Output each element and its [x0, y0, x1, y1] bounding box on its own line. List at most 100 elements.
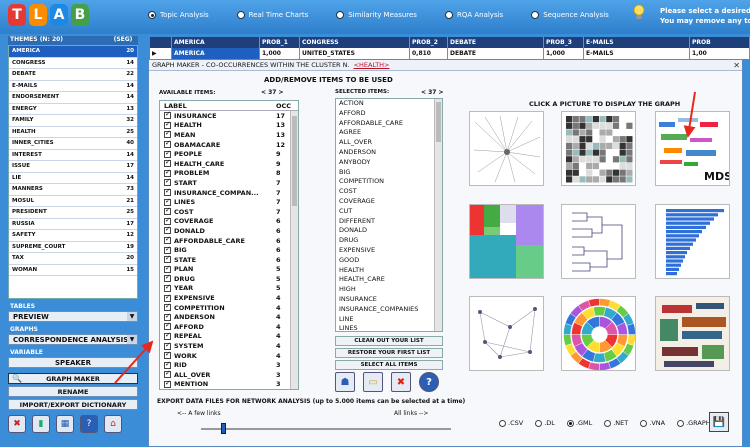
checkbox-checked[interactable] [164, 139, 171, 149]
selected-item[interactable]: COMPETITION [336, 177, 442, 187]
format-radio[interactable]: .DL [535, 419, 555, 427]
import-export-dictionary-button[interactable]: IMPORT/EXPORT DICTIONARY [8, 399, 138, 410]
selected-item[interactable]: ANYBODY [336, 158, 442, 168]
theme-row[interactable]: INNER_CITIES 40 [9, 138, 137, 150]
checkbox-checked[interactable] [164, 379, 171, 388]
checkbox-checked[interactable] [164, 302, 171, 312]
theme-row[interactable]: INTEREST 14 [9, 150, 137, 161]
checkbox-checked[interactable] [164, 158, 171, 168]
selected-item[interactable]: INSURANCE_COMPANIES [336, 305, 442, 315]
select-all-items-button[interactable]: SELECT ALL ITEMS [335, 360, 443, 370]
treemap-thumbnail[interactable] [469, 204, 544, 279]
checkbox-checked[interactable] [164, 264, 171, 273]
selected-item[interactable]: DONALD [336, 226, 442, 236]
available-item-row[interactable]: WORK4 [160, 350, 298, 361]
checkbox-checked[interactable] [164, 225, 171, 235]
selected-item[interactable]: BIG [336, 168, 442, 178]
sunburst-thumbnail[interactable] [561, 296, 636, 371]
checkbox-checked[interactable] [164, 254, 171, 264]
mds-wordmap-thumbnail[interactable]: MDS [655, 111, 730, 186]
delete-icon[interactable]: ✖ [391, 372, 411, 392]
available-item-row[interactable]: HEALTH_CARE9 [160, 158, 298, 169]
selected-item[interactable]: GOOD [336, 256, 442, 266]
variable-dropdown[interactable]: SPEAKER [8, 357, 138, 368]
theme-row[interactable]: ENERGY 13 [9, 104, 137, 115]
available-item-row[interactable]: COST7 [160, 206, 298, 217]
selected-item[interactable]: COST [336, 187, 442, 197]
folder-icon[interactable]: ▭ [363, 372, 383, 392]
checkbox-checked[interactable] [164, 341, 171, 350]
available-item-row[interactable]: YEAR5 [160, 283, 298, 294]
help-icon[interactable]: ? [80, 415, 98, 433]
theme-row[interactable]: E-MAILS 14 [9, 81, 137, 92]
available-item-row[interactable]: LINES7 [160, 197, 298, 207]
heatmap-thumbnail[interactable] [561, 111, 636, 186]
checkbox-checked[interactable] [164, 177, 171, 187]
graphs-dropdown[interactable]: CORRESPONDENCE ANALYSIS ▼ [8, 334, 138, 345]
bar-chart-icon[interactable]: ▮ [32, 415, 50, 433]
home-icon[interactable]: ⌂ [104, 415, 122, 433]
checkbox-checked[interactable] [164, 331, 171, 340]
selected-item[interactable]: HIGH [336, 285, 442, 295]
selected-item[interactable]: AFFORDABLE_CARE [336, 119, 442, 129]
theme-row[interactable]: DEBATE 22 [9, 69, 137, 81]
horizontal-bars-thumbnail[interactable] [655, 204, 730, 279]
clean-out-list-button[interactable]: CLEAN OUT YOUR LIST [335, 336, 443, 346]
word-cloud-thumbnail[interactable] [655, 296, 730, 371]
radial-tree-thumbnail[interactable] [469, 111, 544, 186]
tools-icon[interactable]: ✖ [8, 415, 26, 433]
mode-radio[interactable]: Topic Analysis [148, 11, 209, 19]
checkbox-checked[interactable] [164, 360, 171, 369]
rename-button[interactable]: RENAME [8, 386, 138, 397]
available-item-row[interactable]: AFFORD4 [160, 321, 298, 332]
dendrogram-thumbnail[interactable] [561, 204, 636, 279]
available-item-row[interactable]: PEOPLE9 [160, 149, 298, 159]
available-item-row[interactable]: DONALD6 [160, 225, 298, 236]
selected-item[interactable]: HEALTH [336, 266, 442, 276]
available-item-row[interactable]: MENTION3 [160, 379, 298, 389]
available-item-row[interactable]: INSURANCE_COMPAN...7 [160, 187, 298, 198]
checkbox-checked[interactable] [164, 235, 171, 245]
selected-item[interactable]: LINE [336, 315, 442, 325]
theme-row[interactable]: TAX 20 [9, 253, 137, 265]
theme-row[interactable]: SAFETY 12 [9, 230, 137, 242]
selected-item[interactable]: COVERAGE [336, 197, 442, 207]
checkbox-checked[interactable] [164, 273, 171, 283]
checkbox-checked[interactable] [164, 245, 171, 254]
available-item-row[interactable]: ALL_OVER3 [160, 369, 298, 380]
selected-item[interactable]: EXPENSIVE [336, 246, 442, 256]
restore-first-list-button[interactable]: RESTORE YOUR FIRST LIST [335, 348, 443, 358]
theme-row[interactable]: WOMAN 15 [9, 265, 137, 276]
theme-row[interactable]: RUSSIA 17 [9, 219, 137, 230]
links-slider-handle[interactable] [221, 423, 226, 434]
available-item-row[interactable]: HEALTH13 [160, 120, 298, 131]
checkbox-checked[interactable] [164, 187, 171, 197]
checkbox-checked[interactable] [164, 321, 171, 331]
theme-row[interactable]: FAMILY 32 [9, 115, 137, 127]
selected-item[interactable]: AGREE [336, 128, 442, 138]
selected-item[interactable]: HEALTH_CARE [336, 275, 442, 285]
available-item-row[interactable]: COMPETITION4 [160, 302, 298, 313]
checkbox-checked[interactable] [164, 369, 171, 379]
tables-dropdown[interactable]: PREVIEW ▼ [8, 311, 138, 322]
theme-row[interactable]: LIE 14 [9, 173, 137, 184]
selected-item[interactable]: ALL_OVER [336, 138, 442, 148]
available-item-row[interactable]: OBAMACARE12 [160, 139, 298, 150]
save-icon[interactable]: 💾 [709, 412, 729, 432]
checkbox-checked[interactable] [164, 350, 171, 360]
selected-item[interactable]: DRUG [336, 236, 442, 246]
checkbox-checked[interactable] [164, 206, 171, 216]
theme-row[interactable]: MOSUL 21 [9, 196, 137, 207]
theme-row[interactable]: PRESIDENT 25 [9, 207, 137, 219]
available-item-row[interactable]: MEAN13 [160, 129, 298, 140]
available-item-row[interactable]: STATE6 [160, 254, 298, 265]
available-item-row[interactable]: PLAN5 [160, 264, 298, 275]
theme-row[interactable]: AMERICA 20 [9, 46, 137, 58]
checkbox-checked[interactable] [164, 216, 171, 225]
available-item-row[interactable]: RID3 [160, 360, 298, 370]
graph-maker-button[interactable]: 🔍 GRAPH MAKER [8, 373, 138, 384]
selected-item[interactable]: INSURANCE [336, 295, 442, 305]
selected-item[interactable]: DIFFERENT [336, 217, 442, 227]
checkbox-checked[interactable] [164, 197, 171, 206]
links-slider-track[interactable] [201, 428, 451, 430]
